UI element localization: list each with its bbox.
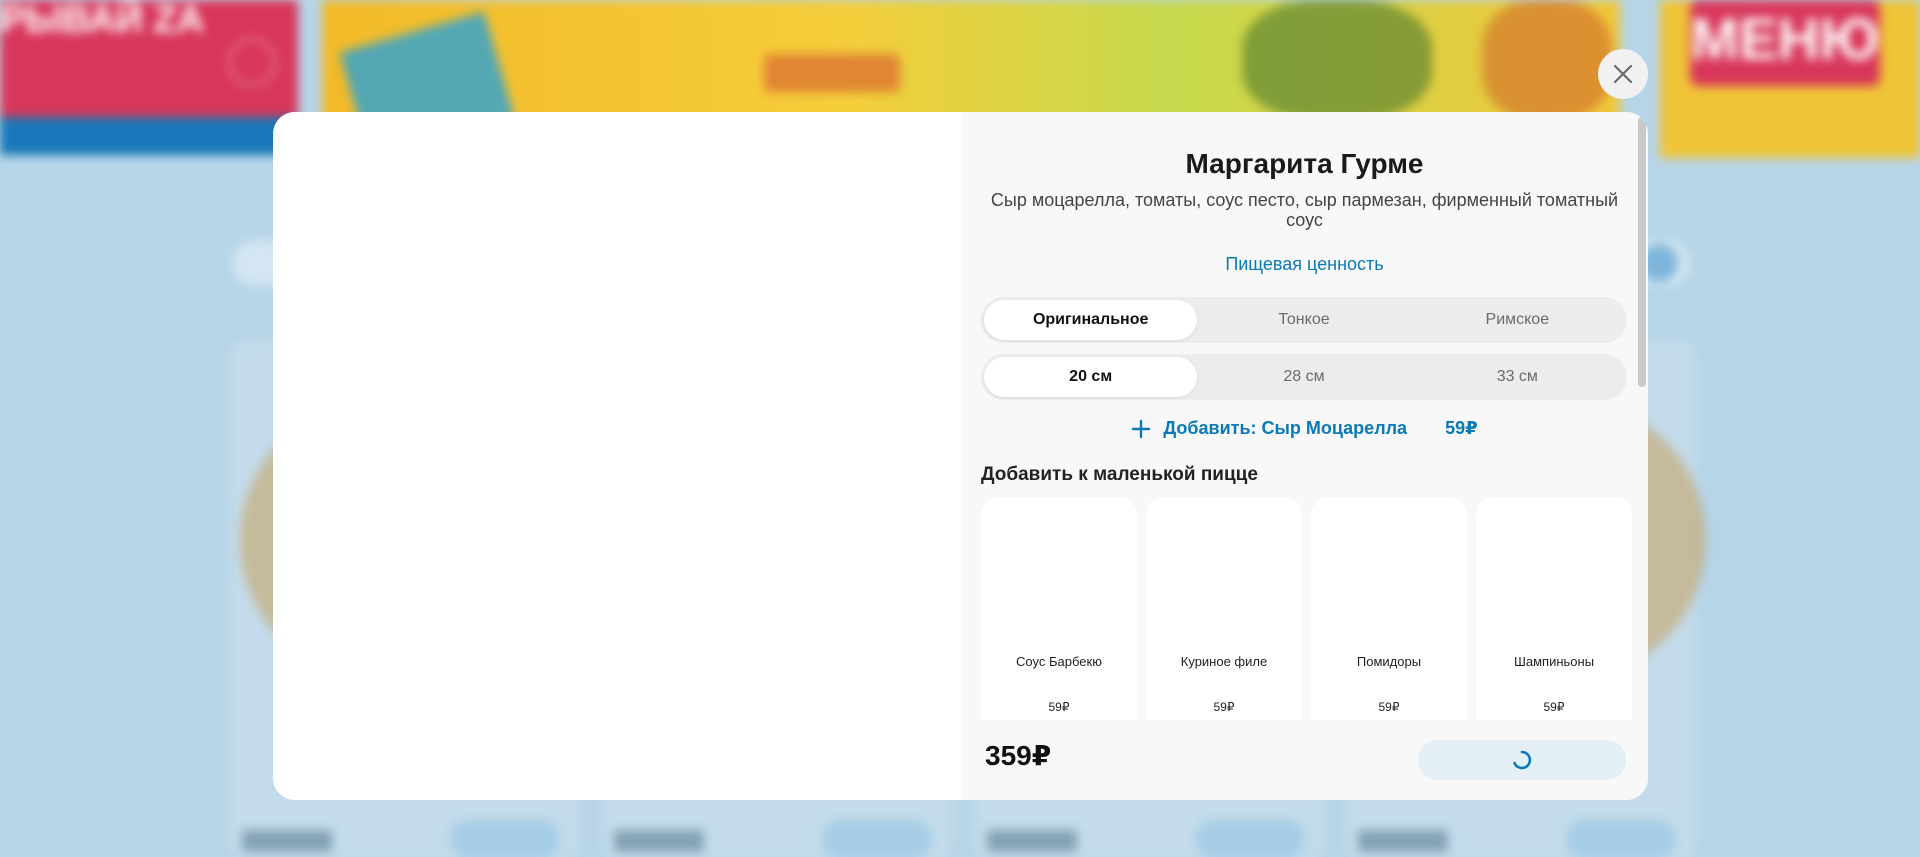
topping-name: Куриное филе	[1180, 654, 1268, 669]
size-option-28[interactable]: 28 см	[1197, 357, 1410, 397]
product-description: Сыр моцарелла, томаты, соус песто, сыр п…	[990, 190, 1619, 230]
dough-option-original[interactable]: Оригинальное	[984, 300, 1198, 340]
product-options-panel: Маргарита Гурме Сыр моцарелла, томаты, с…	[961, 112, 1648, 800]
add-to-cart-button[interactable]	[1418, 740, 1626, 780]
toppings-title: Добавить к маленькой пицце	[981, 464, 1258, 485]
add-extra-cheese-button[interactable]: Добавить: Сыр Моцарелла 59₽	[961, 418, 1648, 439]
add-extra-price: 59₽	[1445, 418, 1478, 438]
promo-get-button	[764, 54, 900, 92]
product-modal: Маргарита Гурме Сыр моцарелла, томаты, с…	[273, 112, 1648, 800]
dough-option-thin[interactable]: Тонкое	[1197, 300, 1410, 340]
total-price: 359₽	[985, 740, 1052, 771]
age-badge	[228, 38, 276, 86]
options-scroll-area[interactable]: Маргарита Гурме Сыр моцарелла, томаты, с…	[961, 112, 1648, 720]
topping-card[interactable]: Шампиньоны 59₽	[1476, 497, 1632, 720]
toppings-list: Соус Барбекю 59₽ Куриное филе 59₽ Помидо…	[981, 497, 1632, 720]
topping-price: 59₽	[1378, 700, 1400, 714]
dough-selector: Оригинальное Тонкое Римское	[981, 297, 1627, 343]
promo-banner-left-text: РЫВАЙ ZA	[0, 0, 205, 41]
topping-price: 59₽	[1543, 700, 1565, 714]
product-image	[273, 112, 961, 800]
topping-name: Соус Барбекю	[1016, 654, 1102, 669]
topping-name: Помидоры	[1356, 654, 1422, 669]
size-option-33[interactable]: 33 см	[1411, 357, 1624, 397]
plus-icon	[1132, 419, 1151, 438]
nutrition-link[interactable]: Пищевая ценность	[961, 254, 1648, 275]
add-extra-label: Добавить: Сыр Моцарелла	[1163, 418, 1408, 438]
options-scrollbar[interactable]	[1638, 117, 1646, 387]
menu-banner-text: МЕНЮ	[1690, 0, 1880, 86]
topping-price: 59₽	[1048, 700, 1070, 714]
size-selector: 20 см 28 см 33 см	[981, 354, 1627, 400]
topping-card[interactable]: Соус Барбекю 59₽	[981, 497, 1137, 720]
topping-name: Шампиньоны	[1513, 654, 1595, 669]
product-title: Маргарита Гурме	[1185, 148, 1424, 179]
topping-price: 59₽	[1213, 700, 1235, 714]
topping-card[interactable]: Куриное филе 59₽	[1146, 497, 1302, 720]
close-icon	[1613, 64, 1633, 84]
size-option-20[interactable]: 20 см	[984, 357, 1198, 397]
dough-option-roman[interactable]: Римское	[1411, 300, 1624, 340]
close-button[interactable]	[1598, 49, 1648, 99]
promo-banner-right: МЕНЮ	[1660, 0, 1920, 158]
loading-spinner-icon	[1513, 750, 1532, 770]
modal-footer: 359₽	[961, 720, 1648, 800]
topping-card[interactable]: Помидоры 59₽	[1311, 497, 1467, 720]
promo-banner-left: РЫВАЙ ZA	[0, 0, 298, 155]
